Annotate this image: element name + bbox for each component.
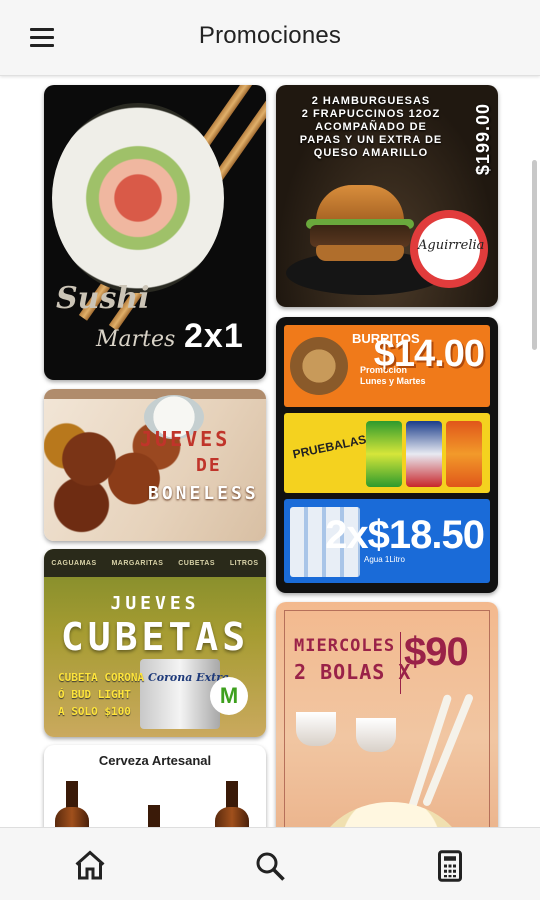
- burger-line: 2 HAMBURGUESAS: [311, 95, 431, 107]
- promo-card-boneless[interactable]: JUEVES DE BONELESS: [44, 389, 266, 541]
- miercoles-offer: 2 BOLAS X: [294, 660, 412, 684]
- offer-line: CUBETA CORONA: [58, 671, 145, 684]
- sushi-day: Martes: [96, 327, 176, 352]
- page-title: Promociones: [198, 22, 342, 49]
- beer-bottle-image: [215, 807, 249, 827]
- burger-description: 2 HAMBURGUESAS 2 FRAPUCCINOS 12OZ ACOMPA…: [286, 95, 456, 160]
- restaurant-logo: Aguirrelia: [410, 210, 488, 288]
- search-icon[interactable]: [252, 848, 288, 884]
- burrito-image: [290, 337, 348, 395]
- pruebalas-label: PRUEBALAS!!: [291, 430, 376, 462]
- boneless-title-3: BONELESS: [148, 483, 259, 504]
- menu-label: LITROS: [229, 559, 259, 567]
- menu-label: CUBETAS: [178, 559, 216, 567]
- promo-card-burritos[interactable]: BURRITOS Promocion Lunes y Martes $14.00…: [276, 317, 498, 593]
- beer-bottle-image: [148, 805, 160, 827]
- burritos-price: $14.00: [373, 333, 485, 375]
- sushi-image: [52, 103, 224, 293]
- cerveza-title: Cerveza Artesanal: [98, 753, 212, 768]
- burger-line: ACOMPAÑADO DE: [315, 121, 427, 133]
- soda-can-image: [406, 421, 442, 487]
- menu-label: CAGUAMAS: [51, 559, 97, 567]
- beer-bottle-image: [55, 807, 89, 827]
- boneless-title-1: JUEVES: [140, 427, 231, 451]
- divider: [400, 632, 401, 694]
- sushi-title: Sushi: [56, 281, 150, 316]
- app-bar: Promociones: [0, 0, 540, 76]
- burger-patty: [310, 225, 410, 247]
- burger-bottom-bun: [316, 245, 404, 261]
- cubetas-offer: CUBETA CORONA Ó BUD LIGHT A SOLO $100: [58, 669, 144, 720]
- soda-can-image: [446, 421, 482, 487]
- bucket-image: [140, 659, 220, 729]
- burritos-row: BURRITOS Promocion Lunes y Martes $14.00: [284, 325, 490, 407]
- calculator-icon[interactable]: [432, 848, 468, 884]
- menu-label: MARGARITAS: [111, 559, 164, 567]
- miercoles-price: $90: [404, 630, 469, 674]
- bar-logo: M: [210, 677, 248, 715]
- sushi-promo: 2x1: [184, 317, 244, 355]
- promo-card-sushi[interactable]: Sushi Martes 2x1: [44, 85, 266, 380]
- water-row: Agua 1Litro 2x$18.50: [284, 499, 490, 583]
- scrollbar[interactable]: [532, 160, 537, 350]
- cubetas-day: JUEVES: [110, 593, 200, 614]
- boneless-title-2: DE: [196, 455, 222, 476]
- soda-can-image: [366, 421, 402, 487]
- boneless-banner: [44, 389, 266, 399]
- promotions-grid[interactable]: Sushi Martes 2x1 2 HAMBURGUESAS 2 FRAPUC…: [0, 77, 540, 827]
- promo-card-cerveza[interactable]: Cerveza Artesanal: [44, 745, 266, 827]
- promo-card-cubetas[interactable]: CAGUAMAS MARGARITAS CUBETAS LITROS JUEVE…: [44, 549, 266, 737]
- cup-image: [356, 718, 396, 752]
- miercoles-day: MIERCOLES: [294, 636, 396, 656]
- burger-line: 2 FRAPUCCINOS 12OZ: [301, 108, 441, 120]
- drinks-row: PRUEBALAS!!: [284, 413, 490, 493]
- burger-price: $199.00: [473, 103, 493, 176]
- water-price: 2x$18.50: [325, 513, 485, 557]
- home-icon[interactable]: [72, 848, 108, 884]
- offer-line: A SOLO $100: [58, 705, 131, 718]
- restaurant-logo-text: Aguirrelia: [418, 218, 484, 280]
- cup-image: [296, 712, 336, 746]
- promo-card-miercoles[interactable]: MIERCOLES 2 BOLAS X $90: [276, 602, 498, 827]
- promo-card-burger[interactable]: 2 HAMBURGUESAS 2 FRAPUCCINOS 12OZ ACOMPA…: [276, 85, 498, 307]
- offer-line: Ó BUD LIGHT: [58, 688, 131, 701]
- drinks-menu-strip: CAGUAMAS MARGARITAS CUBETAS LITROS: [44, 549, 266, 577]
- burger-line: QUESO AMARILLO: [313, 147, 429, 159]
- bottom-navigation: [0, 827, 540, 900]
- burger-line: PAPAS Y UN EXTRA DE: [299, 134, 443, 146]
- cubetas-title: CUBETAS: [60, 615, 250, 659]
